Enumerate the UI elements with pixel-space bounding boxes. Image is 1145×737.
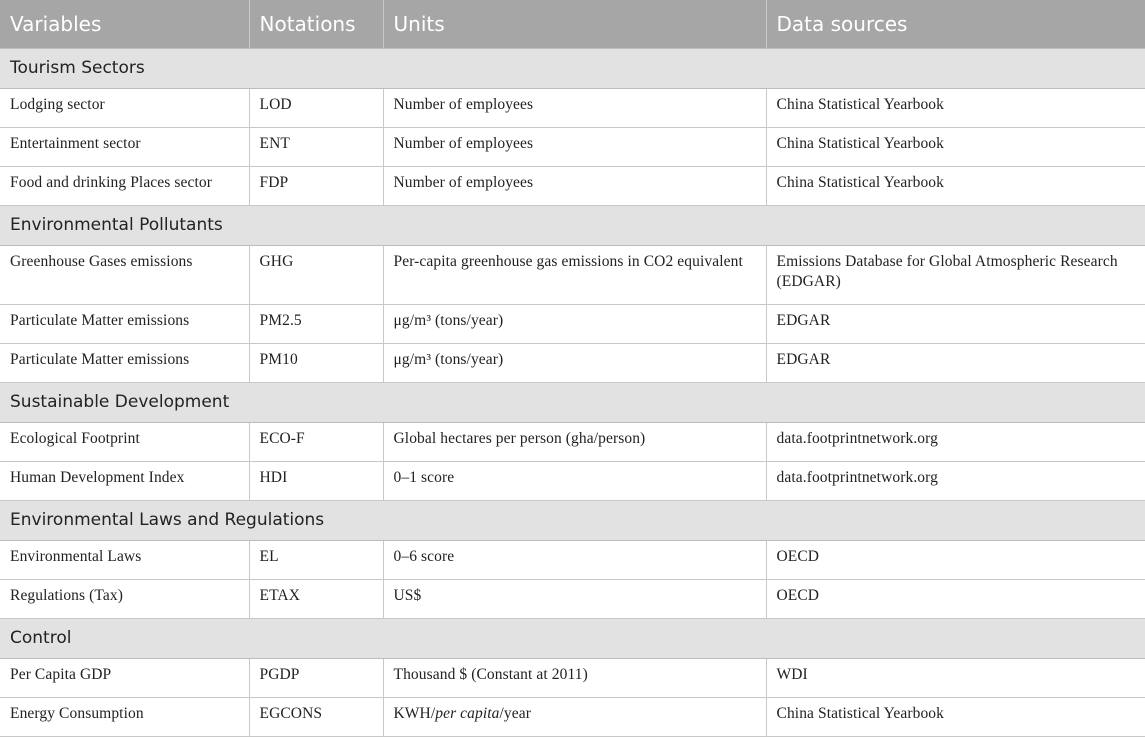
- cell-units: 0–1 score: [383, 461, 767, 501]
- cell-units: Global hectares per person (gha/person): [383, 422, 767, 462]
- header-units: Units: [383, 0, 767, 49]
- cell-source: data.footprintnetwork.org: [766, 422, 1145, 462]
- cell-notation: EL: [249, 540, 384, 580]
- cell-variable: Greenhouse Gases emissions: [0, 245, 250, 305]
- cell-variable: Particulate Matter emissions: [0, 304, 250, 344]
- cell-units: μg/m³ (tons/year): [383, 304, 767, 344]
- cell-variable: Energy Consumption: [0, 697, 250, 737]
- cell-source: OECD: [766, 540, 1145, 580]
- table-row: Particulate Matter emissions PM2.5 μg/m³…: [0, 304, 1145, 344]
- cell-notation: EGCONS: [249, 697, 384, 737]
- units-part-italic: per capita: [435, 704, 500, 722]
- header-row: Variables Notations Units Data sources: [0, 0, 1145, 49]
- cell-source: EDGAR: [766, 304, 1145, 344]
- cell-units: 0–6 score: [383, 540, 767, 580]
- units-part: /year: [499, 704, 531, 722]
- cell-notation: PM2.5: [249, 304, 384, 344]
- cell-source: WDI: [766, 658, 1145, 698]
- section-title: Environmental Laws and Regulations: [0, 499, 1145, 541]
- table-row: Human Development Index HDI 0–1 score da…: [0, 461, 1145, 501]
- cell-notation: PM10: [249, 343, 384, 383]
- cell-source: China Statistical Yearbook: [766, 88, 1145, 128]
- cell-notation: PGDP: [249, 658, 384, 698]
- cell-units: Per-capita greenhouse gas emissions in C…: [383, 245, 767, 305]
- cell-variable: Ecological Footprint: [0, 422, 250, 462]
- cell-variable: Environmental Laws: [0, 540, 250, 580]
- section-row: Environmental Laws and Regulations: [0, 499, 1145, 541]
- cell-units: Number of employees: [383, 88, 767, 128]
- table-row: Per Capita GDP PGDP Thousand $ (Constant…: [0, 658, 1145, 698]
- table-row: Energy Consumption EGCONS KWH/per capita…: [0, 697, 1145, 737]
- cell-variable: Human Development Index: [0, 461, 250, 501]
- cell-notation: ECO-F: [249, 422, 384, 462]
- cell-source: OECD: [766, 579, 1145, 619]
- table-row: Particulate Matter emissions PM10 μg/m³ …: [0, 343, 1145, 383]
- section-title: Environmental Pollutants: [0, 204, 1145, 246]
- table-row: Regulations (Tax) ETAX US$ OECD: [0, 579, 1145, 619]
- cell-variable: Food and drinking Places sector: [0, 166, 250, 206]
- cell-source: Emissions Database for Global Atmospheri…: [766, 245, 1145, 305]
- cell-source: EDGAR: [766, 343, 1145, 383]
- section-title: Control: [0, 617, 1145, 659]
- cell-units: US$: [383, 579, 767, 619]
- table-row: Entertainment sector ENT Number of emplo…: [0, 127, 1145, 167]
- cell-units: KWH/per capita/year: [383, 697, 767, 737]
- cell-notation: LOD: [249, 88, 384, 128]
- cell-notation: HDI: [249, 461, 384, 501]
- header-data-sources: Data sources: [766, 0, 1145, 49]
- cell-notation: ETAX: [249, 579, 384, 619]
- section-row: Sustainable Development: [0, 381, 1145, 423]
- header-variables: Variables: [0, 0, 250, 49]
- cell-source: data.footprintnetwork.org: [766, 461, 1145, 501]
- section-title: Tourism Sectors: [0, 47, 1145, 89]
- cell-source: China Statistical Yearbook: [766, 127, 1145, 167]
- cell-variable: Entertainment sector: [0, 127, 250, 167]
- section-row: Environmental Pollutants: [0, 204, 1145, 246]
- cell-notation: FDP: [249, 166, 384, 206]
- header-notations: Notations: [249, 0, 384, 49]
- cell-notation: ENT: [249, 127, 384, 167]
- section-row: Tourism Sectors: [0, 47, 1145, 89]
- cell-units: Thousand $ (Constant at 2011): [383, 658, 767, 698]
- section-title: Sustainable Development: [0, 381, 1145, 423]
- table-row: Food and drinking Places sector FDP Numb…: [0, 166, 1145, 206]
- section-row: Control: [0, 617, 1145, 659]
- cell-units: Number of employees: [383, 127, 767, 167]
- cell-variable: Lodging sector: [0, 88, 250, 128]
- cell-notation: GHG: [249, 245, 384, 305]
- table-row: Greenhouse Gases emissions GHG Per-capit…: [0, 245, 1145, 305]
- table-row: Environmental Laws EL 0–6 score OECD: [0, 540, 1145, 580]
- cell-variable: Particulate Matter emissions: [0, 343, 250, 383]
- cell-source: China Statistical Yearbook: [766, 697, 1145, 737]
- variables-table: Variables Notations Units Data sources T…: [0, 0, 1145, 737]
- cell-variable: Regulations (Tax): [0, 579, 250, 619]
- cell-units: Number of employees: [383, 166, 767, 206]
- table-row: Ecological Footprint ECO-F Global hectar…: [0, 422, 1145, 462]
- cell-source: China Statistical Yearbook: [766, 166, 1145, 206]
- units-part: KWH/: [393, 704, 436, 722]
- cell-variable: Per Capita GDP: [0, 658, 250, 698]
- table-row: Lodging sector LOD Number of employees C…: [0, 88, 1145, 128]
- cell-units: μg/m³ (tons/year): [383, 343, 767, 383]
